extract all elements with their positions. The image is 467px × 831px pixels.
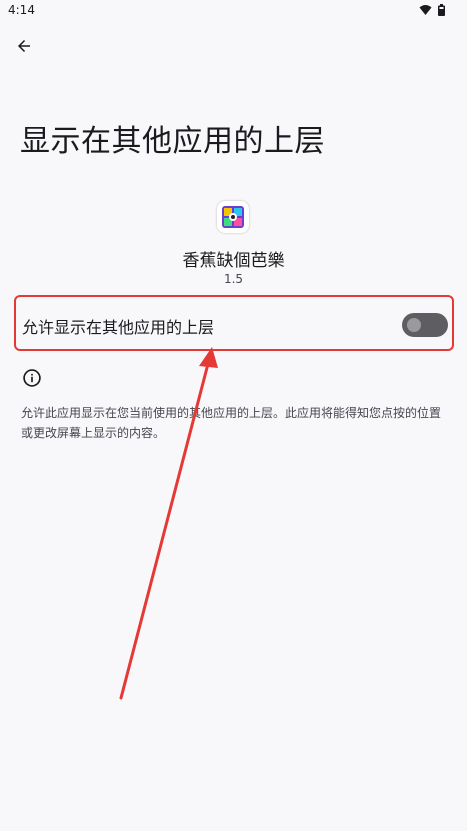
switch-thumb xyxy=(407,318,421,332)
page-title: 显示在其他应用的上层 xyxy=(20,124,325,159)
wifi-icon xyxy=(419,5,432,15)
toggle-label: 允许显示在其他应用的上层 xyxy=(22,318,215,337)
overlay-permission-switch[interactable] xyxy=(402,313,448,337)
permission-description: 允许此应用显示在您当前使用的其他应用的上层。此应用将能得知您点按的位置或更改屏幕… xyxy=(21,406,442,440)
overlay-permission-toggle-row[interactable]: 允许显示在其他应用的上层 xyxy=(14,295,454,351)
status-time: 4:14 xyxy=(8,3,35,17)
battery-icon xyxy=(438,4,445,16)
back-button[interactable] xyxy=(8,30,40,62)
app-version: 1.5 xyxy=(223,272,244,286)
app-name: 香蕉缺個芭樂 xyxy=(182,251,285,271)
app-icon xyxy=(217,201,249,233)
screen: 4:14 显示在其他应用的上层 香蕉缺個芭樂 1.5 允许显示在其他应用的上层 … xyxy=(0,0,467,831)
info-icon xyxy=(23,369,41,387)
app-logo-icon xyxy=(222,206,244,228)
status-bar: 4:14 xyxy=(0,0,467,22)
status-icons xyxy=(419,4,445,16)
arrow-back-icon xyxy=(18,40,30,52)
